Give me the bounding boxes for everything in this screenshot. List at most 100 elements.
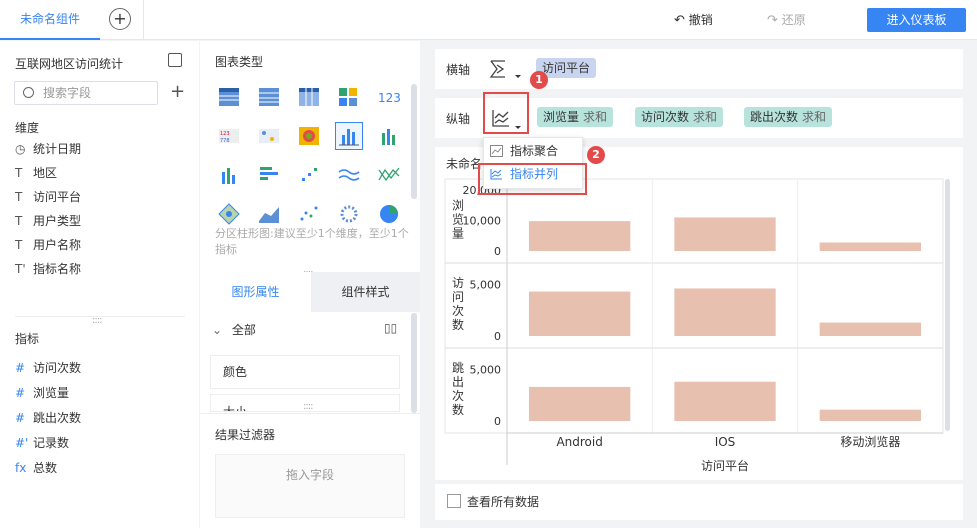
y-axis-title-char: 浏	[452, 199, 464, 213]
text-field-icon: T	[15, 166, 23, 180]
field-label: 记录数	[33, 436, 70, 450]
y-field-pill[interactable]: 跳出次数 求和	[744, 107, 833, 127]
field-label: 地区	[33, 166, 58, 180]
grouped-table-icon[interactable]	[255, 83, 283, 111]
enter-dashboard-button[interactable]: 进入仪表板	[867, 8, 966, 32]
y-tick-label: 0	[494, 330, 501, 343]
dot-table-icon[interactable]	[255, 122, 283, 150]
measure-field[interactable]: fx 总数	[15, 458, 57, 478]
bar	[674, 381, 776, 421]
text-field-icon: T	[15, 214, 23, 228]
bubble-icon[interactable]	[335, 200, 363, 228]
measure-field[interactable]: # 浏览量	[15, 383, 69, 403]
wave-line-icon[interactable]	[335, 161, 363, 189]
color-property[interactable]: 颜色	[210, 355, 400, 389]
pie-chart-icon[interactable]	[375, 200, 403, 228]
y-axis-title-char: 出	[452, 375, 464, 389]
heatmap-icon[interactable]	[295, 122, 323, 150]
y-axis-title-char: 量	[452, 227, 464, 241]
horizontal-bar-icon[interactable]	[255, 161, 283, 189]
redo-button[interactable]: ↷ 还原	[767, 11, 806, 28]
step-badge-1: 1	[530, 71, 548, 89]
divider	[15, 316, 185, 317]
kpi-number-icon[interactable]: 123	[375, 83, 403, 111]
y-axis-title-char: 访	[452, 276, 464, 290]
scatter-step-icon[interactable]	[295, 161, 323, 189]
cross-table-icon[interactable]	[295, 83, 323, 111]
undo-icon: ↶	[674, 13, 685, 28]
text-field-icon: T	[15, 238, 23, 252]
color-table-icon[interactable]	[335, 83, 363, 111]
stacked-bar-icon[interactable]	[375, 122, 403, 150]
dimension-field[interactable]: T 用户名称	[15, 235, 81, 255]
formula-icon: fx	[15, 461, 27, 475]
chart-svg: 20,00010,0000浏览量5,0000访问次数5,0000跳出次数Andr…	[444, 178, 944, 473]
chart-type-hint: 分区柱形图:建议至少1个维度，至少1个指标	[215, 227, 409, 256]
add-field-button[interactable]: +	[170, 81, 185, 102]
chevron-down-icon: ⌄	[212, 323, 223, 337]
all-row[interactable]: ⌄ 全部	[212, 321, 256, 338]
x-axis-type-button[interactable]	[485, 55, 529, 83]
bar	[674, 217, 776, 251]
partition-bar-icon[interactable]	[335, 122, 363, 150]
bar-chart-small-icon[interactable]: ▯▯	[384, 321, 397, 335]
number-icon: #	[15, 361, 26, 375]
cross-line-icon[interactable]	[375, 161, 403, 189]
x-axis-row: 横轴 访问平台	[435, 49, 963, 89]
funnel-map-icon[interactable]	[215, 200, 243, 228]
number-plus-icon: #'	[15, 436, 29, 450]
search-input[interactable]: 搜索字段	[14, 81, 158, 105]
scrollbar[interactable]	[411, 313, 417, 413]
dropdown-item-aggregate[interactable]: 指标聚合	[490, 141, 558, 161]
y-tick-label: 0	[494, 415, 501, 428]
scatter-icon[interactable]	[295, 200, 323, 228]
field-label: 浏览量	[33, 386, 70, 400]
y-axis-title-char: 览	[452, 212, 464, 227]
bar	[819, 409, 921, 421]
y-field-pill[interactable]: 浏览量 求和	[537, 107, 614, 127]
y-tick-label: 5,000	[470, 278, 502, 291]
x-tick-label: 移动浏览器	[840, 434, 900, 449]
tab-graphic-properties[interactable]: 图形属性	[200, 272, 311, 312]
top-toolbar: 未命名组件 + ↶ 撤销 ↷ 还原 进入仪表板	[0, 0, 977, 40]
tab-component[interactable]: 未命名组件	[0, 0, 100, 40]
undo-label: 撤销	[688, 13, 713, 27]
x-tick-label: IOS	[715, 435, 736, 449]
dimension-field[interactable]: T 访问平台	[15, 187, 81, 207]
chart-scrollbar[interactable]	[945, 179, 950, 431]
field-label: 跳出次数	[33, 411, 82, 425]
switch-dataset-icon[interactable]	[168, 53, 182, 67]
y-field-agg: 求和	[802, 110, 827, 124]
field-label: 总数	[33, 461, 58, 475]
bar	[529, 291, 631, 336]
all-label: 全部	[231, 323, 256, 337]
chart-type-title: 图表类型	[215, 55, 264, 69]
resize-handle[interactable]: ::::	[303, 401, 314, 412]
y-axis-title-char: 数	[452, 402, 464, 417]
table-icon[interactable]	[215, 83, 243, 111]
number-icon: #	[15, 411, 26, 425]
dimension-field[interactable]: ◷ 统计日期	[15, 139, 81, 159]
heat-table-icon[interactable]: 123 778	[215, 122, 243, 150]
dimension-field[interactable]: T 用户类型	[15, 211, 81, 231]
filter-drop-zone[interactable]: 拖入字段	[215, 454, 405, 518]
y-field-name: 浏览量	[543, 110, 580, 124]
undo-button[interactable]: ↶ 撤销	[674, 11, 713, 28]
y-field-agg: 求和	[583, 110, 608, 124]
y-field-name: 跳出次数	[750, 110, 799, 124]
bottom-bar: 查看所有数据	[435, 484, 963, 520]
area-chart-icon[interactable]	[255, 200, 283, 228]
add-tab-button[interactable]: +	[109, 8, 131, 30]
dimension-field[interactable]: T 地区	[15, 163, 57, 183]
tab-component-style[interactable]: 组件样式	[311, 272, 420, 312]
measure-field[interactable]: # 访问次数	[15, 358, 81, 378]
column-chart-icon[interactable]	[215, 161, 243, 189]
show-all-checkbox[interactable]	[447, 494, 461, 508]
y-field-pill[interactable]: 访问次数 求和	[635, 107, 724, 127]
scrollbar[interactable]	[411, 84, 417, 199]
measure-field[interactable]: # 跳出次数	[15, 408, 81, 428]
field-label: 用户类型	[33, 214, 82, 228]
measure-field[interactable]: #' 记录数	[15, 433, 69, 453]
dimension-field[interactable]: T' 指标名称	[15, 259, 81, 279]
svg-text:778: 778	[220, 138, 230, 144]
